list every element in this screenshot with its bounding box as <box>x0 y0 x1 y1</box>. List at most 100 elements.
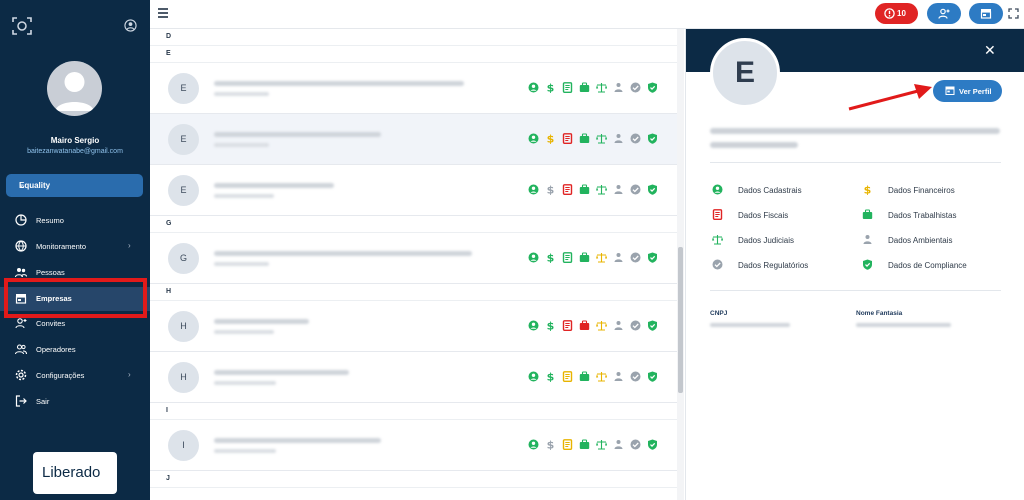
category-briefcase[interactable]: Dados Trabalhistas <box>862 209 1002 221</box>
alerts-button[interactable]: 10 <box>875 3 918 24</box>
financeiros-icon[interactable]: $ <box>545 371 556 382</box>
trabalhistas-icon[interactable] <box>579 133 590 144</box>
compliance-icon[interactable] <box>647 320 658 331</box>
judiciais-icon[interactable] <box>596 82 607 93</box>
company-row[interactable]: I $ <box>150 420 677 471</box>
profile-icon[interactable] <box>124 19 137 32</box>
cadastrais-icon[interactable] <box>528 82 539 93</box>
category-shield[interactable]: Dados de Compliance <box>862 259 1002 271</box>
sidebar-item-configuracoes[interactable]: Configurações › <box>0 364 150 388</box>
category-label: Dados Trabalhistas <box>888 211 957 220</box>
compliance-icon[interactable] <box>647 252 658 263</box>
svg-text:$: $ <box>547 320 555 331</box>
nome-fantasia-value-redacted <box>856 323 951 327</box>
ambientais-icon[interactable] <box>613 133 624 144</box>
trabalhistas-icon[interactable] <box>579 252 590 263</box>
category-user-circle[interactable]: Dados Cadastrais <box>712 184 852 196</box>
financeiros-icon[interactable]: $ <box>545 82 556 93</box>
sidebar-item-sair[interactable]: Sair <box>0 390 150 414</box>
ver-perfil-button[interactable]: Ver Perfil <box>933 80 1002 102</box>
invite-user-button[interactable] <box>927 3 961 24</box>
compliance-icon[interactable] <box>647 371 658 382</box>
ambientais-icon[interactable] <box>613 184 624 195</box>
sidebar-item-monitoramento[interactable]: Monitoramento › <box>0 235 150 259</box>
regulatorios-icon[interactable] <box>630 133 641 144</box>
cadastrais-icon[interactable] <box>528 252 539 263</box>
fiscais-icon[interactable] <box>562 320 573 331</box>
financeiros-icon[interactable]: $ <box>545 252 556 263</box>
fiscais-icon[interactable] <box>562 82 573 93</box>
trabalhistas-icon[interactable] <box>579 371 590 382</box>
list-scrollbar[interactable] <box>677 29 684 500</box>
financeiros-icon[interactable]: $ <box>545 439 556 450</box>
cadastrais-icon[interactable] <box>528 371 539 382</box>
fiscais-icon[interactable] <box>562 184 573 195</box>
ambientais-icon[interactable] <box>613 371 624 382</box>
company-subtitle-redacted <box>214 449 276 453</box>
fiscais-icon[interactable] <box>562 439 573 450</box>
gear-icon <box>15 369 27 381</box>
dollar-icon: $ <box>864 184 872 195</box>
company-row[interactable]: E $ <box>150 63 677 114</box>
company-row[interactable]: H $ <box>150 352 677 403</box>
judiciais-icon[interactable] <box>596 133 607 144</box>
judiciais-icon[interactable] <box>596 320 607 331</box>
cadastrais-icon[interactable] <box>528 320 539 331</box>
financeiros-icon[interactable]: $ <box>545 184 556 195</box>
judiciais-icon[interactable] <box>596 252 607 263</box>
company-row[interactable]: H $ <box>150 301 677 352</box>
judiciais-icon[interactable] <box>596 439 607 450</box>
trabalhistas-icon[interactable] <box>579 320 590 331</box>
sidebar-item-resumo[interactable]: Resumo <box>0 209 150 233</box>
menu-icon[interactable] <box>158 8 168 18</box>
judiciais-icon[interactable] <box>596 371 607 382</box>
ambientais-icon[interactable] <box>613 252 624 263</box>
category-receipt[interactable]: Dados Fiscais <box>712 209 852 221</box>
category-leaf-person[interactable]: Dados Ambientais <box>862 234 1002 246</box>
regulatorios-icon[interactable] <box>630 82 641 93</box>
regulatorios-icon[interactable] <box>630 439 641 450</box>
fullscreen-icon[interactable] <box>1008 8 1019 19</box>
scan-logo-icon[interactable] <box>12 16 32 36</box>
cadastrais-icon[interactable] <box>528 439 539 450</box>
company-row[interactable]: E $ <box>150 165 677 216</box>
judiciais-icon[interactable] <box>596 184 607 195</box>
regulatorios-icon[interactable] <box>630 320 641 331</box>
alerts-count: 10 <box>897 9 906 18</box>
trabalhistas-icon[interactable] <box>579 184 590 195</box>
compliance-icon[interactable] <box>647 82 658 93</box>
cadastrais-icon[interactable] <box>528 184 539 195</box>
category-dollar[interactable]: $ Dados Financeiros <box>862 184 1002 196</box>
ambientais-icon[interactable] <box>613 320 624 331</box>
svg-text:$: $ <box>547 252 555 263</box>
company-row[interactable]: G $ <box>150 233 677 284</box>
compliance-icon[interactable] <box>647 133 658 144</box>
compliance-icon[interactable] <box>647 439 658 450</box>
financeiros-icon[interactable]: $ <box>545 320 556 331</box>
company-avatar: H <box>168 362 199 393</box>
fiscais-icon[interactable] <box>562 133 573 144</box>
companies-button[interactable] <box>969 3 1003 24</box>
ambientais-icon[interactable] <box>613 439 624 450</box>
company-select[interactable]: Equality ⌄ <box>6 174 143 197</box>
regulatorios-icon[interactable] <box>630 371 641 382</box>
fiscais-icon[interactable] <box>562 371 573 382</box>
close-icon[interactable]: ✕ <box>984 43 996 57</box>
sidebar-item-operadores[interactable]: Operadores <box>0 338 150 362</box>
category-check-badge[interactable]: Dados Regulatórios <box>712 259 852 271</box>
category-scale[interactable]: Dados Judiciais <box>712 234 852 246</box>
company-row[interactable]: E $ <box>150 114 677 165</box>
financeiros-icon[interactable]: $ <box>545 133 556 144</box>
ambientais-icon[interactable] <box>613 82 624 93</box>
trabalhistas-icon[interactable] <box>579 439 590 450</box>
scrollbar-thumb[interactable] <box>678 247 683 393</box>
fiscais-icon[interactable] <box>562 252 573 263</box>
regulatorios-icon[interactable] <box>630 252 641 263</box>
company-subtitle-redacted <box>214 143 269 147</box>
cadastrais-icon[interactable] <box>528 133 539 144</box>
divider <box>710 162 1001 163</box>
regulatorios-icon[interactable] <box>630 184 641 195</box>
status-icons: $ <box>528 252 668 263</box>
trabalhistas-icon[interactable] <box>579 82 590 93</box>
compliance-icon[interactable] <box>647 184 658 195</box>
